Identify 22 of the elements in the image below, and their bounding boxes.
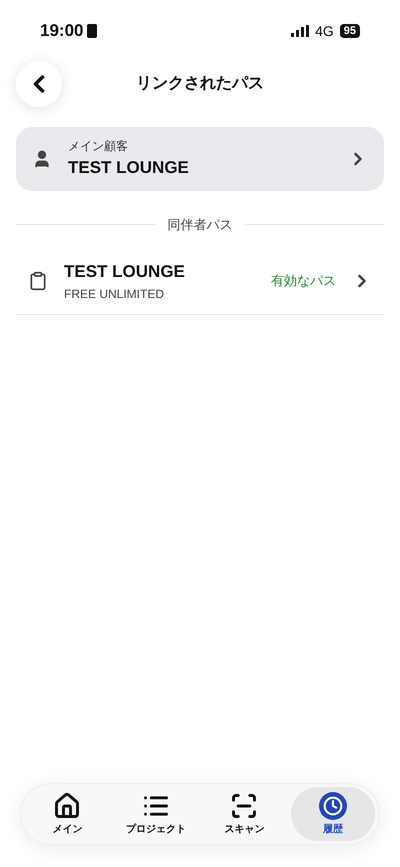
tab-button[interactable]: スキャン	[202, 787, 286, 841]
pass-status: 有効なパス	[271, 272, 336, 290]
network-label: 4G	[315, 22, 334, 40]
main-customer-card[interactable]: メイン顧客 TEST LOUNGE	[16, 127, 384, 191]
clock-icon	[318, 792, 347, 820]
signal-icon	[291, 25, 310, 37]
status-time: 19:00	[40, 20, 84, 42]
pass-plan: FREE UNLIMITED	[64, 286, 166, 303]
main-customer-name: TEST LOUNGE	[68, 157, 190, 180]
pass-name: TEST LOUNGE	[64, 261, 186, 284]
pass-row[interactable]: TEST LOUNGE FREE UNLIMITED 有効なパス	[16, 248, 384, 314]
scan-icon	[230, 792, 258, 820]
tab-button[interactable]: 履歴	[290, 787, 375, 841]
battery-indicator: 95	[340, 24, 360, 38]
clipboard-icon	[28, 271, 48, 291]
tab-button[interactable]: プロジェクト	[114, 787, 198, 841]
home-icon	[53, 792, 82, 820]
section-title: 同伴者パス	[168, 216, 232, 234]
back-button[interactable]	[16, 61, 62, 107]
tab-button[interactable]: メイン	[25, 787, 110, 841]
page-title: リンクされたパス	[135, 74, 265, 94]
main-customer-label: メイン顧客	[68, 138, 129, 156]
